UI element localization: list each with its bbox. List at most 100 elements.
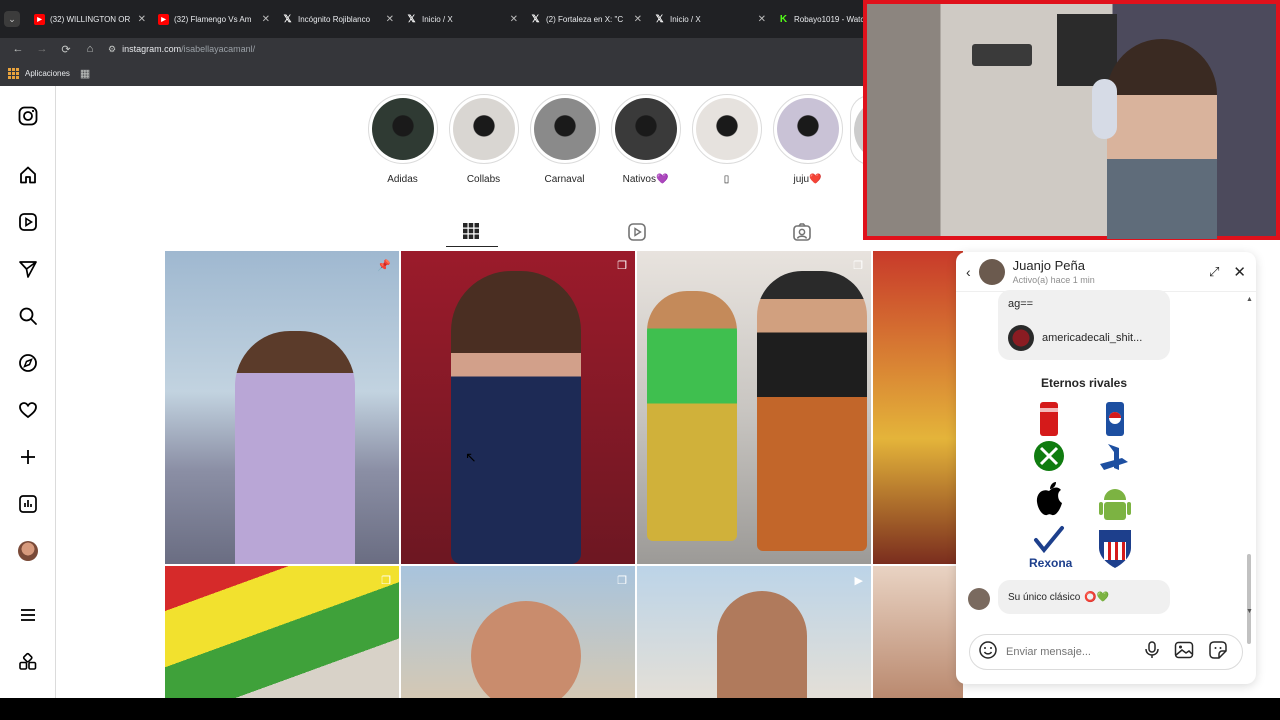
post-5[interactable]: ❐ <box>165 566 399 698</box>
browser-tab[interactable]: 𝕏 Inicio / X ✕ <box>648 4 772 34</box>
contact-avatar[interactable] <box>978 258 1005 285</box>
message-input[interactable] <box>1006 646 1116 658</box>
message-fragment: ag== <box>1008 298 1034 310</box>
notifications-heart-icon[interactable] <box>17 399 39 421</box>
dashboard-icon[interactable] <box>17 493 39 515</box>
android-logo <box>1099 489 1131 520</box>
highlight-item[interactable]: Carnaval <box>524 94 605 185</box>
close-icon[interactable]: ✕ <box>1233 263 1246 281</box>
browser-tab[interactable]: 𝕏 Inicio / X ✕ <box>400 4 524 34</box>
contact-name[interactable]: Juanjo Peña <box>1013 258 1209 273</box>
tab-posts[interactable] <box>462 222 480 245</box>
highlight-item[interactable]: ▯ <box>686 94 767 185</box>
tab-groups-icon[interactable]: ▦ <box>80 67 90 80</box>
tab-title: Inicio / X <box>422 14 453 24</box>
x-icon: 𝕏 <box>283 13 292 25</box>
search-icon[interactable] <box>17 305 39 327</box>
tab-title: (32) Flamengo Vs Am <box>174 14 252 24</box>
pepsi-logo <box>1106 402 1124 436</box>
pinned-icon: 📌 <box>377 260 391 272</box>
profile-avatar[interactable] <box>17 540 39 562</box>
expand-icon[interactable]: ⤢ <box>1209 264 1219 280</box>
tab-title: Inicio / X <box>670 14 701 24</box>
browser-tab[interactable]: ▶ (32) WILLINGTON OR ✕ <box>28 4 152 34</box>
tab-close-icon[interactable]: ✕ <box>758 14 766 25</box>
bookmark-apps[interactable]: Aplicaciones <box>25 69 70 78</box>
carousel-icon: ❐ <box>853 260 863 272</box>
highlight-label: Carnaval <box>544 174 585 185</box>
highlight-label: Collabs <box>466 174 501 185</box>
highlight-cover <box>772 94 843 164</box>
highlight-item[interactable]: juju❤️ <box>767 94 848 185</box>
webcam-overlay <box>863 0 1280 240</box>
reply-bubble[interactable]: Su único clásico ⭕💚 <box>998 580 1170 614</box>
instagram-logo-icon[interactable] <box>17 105 39 127</box>
chat-scrollbar[interactable] <box>1247 554 1251 644</box>
post-2[interactable]: ❐ <box>401 251 635 564</box>
tab-close-icon[interactable]: ✕ <box>262 14 270 25</box>
also-from-meta-icon[interactable] <box>17 651 39 673</box>
tab-close-icon[interactable]: ✕ <box>510 14 518 25</box>
back-icon[interactable]: ← <box>6 43 30 55</box>
home-icon[interactable]: ⌂ <box>78 43 102 55</box>
youtube-icon: ▶ <box>34 13 45 25</box>
microphone-icon[interactable] <box>1144 640 1160 664</box>
url-field[interactable]: ⚙ instagram.com/isabellayacamanl/ <box>108 44 255 55</box>
post-3[interactable]: ❐ <box>637 251 871 564</box>
url-domain: instagram.com <box>122 44 182 54</box>
highlight-cover <box>448 94 519 164</box>
post-8[interactable] <box>873 566 963 698</box>
x-icon: 𝕏 <box>655 13 664 25</box>
highlight-label: Adidas <box>387 174 418 185</box>
emoji-icon[interactable] <box>978 640 998 665</box>
reels-icon <box>628 223 646 241</box>
home-nav-icon[interactable] <box>17 164 39 186</box>
tab-tagged[interactable] <box>792 222 812 247</box>
mouse-cursor: ↖ <box>465 449 477 465</box>
post-6[interactable]: ❐ <box>401 566 635 698</box>
post-1[interactable]: 📌 <box>165 251 399 564</box>
explore-icon[interactable] <box>17 352 39 374</box>
scroll-up-icon[interactable]: ▲ <box>1246 296 1253 303</box>
messages-nav-icon[interactable] <box>17 258 39 280</box>
post-4[interactable] <box>873 251 963 564</box>
shared-account-name: americadecali_shit... <box>1042 332 1143 344</box>
tab-search-icon[interactable]: ⌄ <box>4 11 20 27</box>
tagged-icon <box>793 223 811 241</box>
site-info-icon[interactable]: ⚙ <box>108 44 116 55</box>
profile-tabs <box>360 212 860 250</box>
chat-back-icon[interactable]: ‹ <box>966 264 971 280</box>
rivals-image[interactable]: Rexona <box>1024 396 1144 576</box>
tab-title: (2) Fortaleza en X: "C <box>546 14 624 24</box>
forward-icon[interactable]: → <box>30 43 54 55</box>
highlight-item[interactable]: Nativos💜 <box>605 94 686 185</box>
taskbar-strip <box>0 698 1280 720</box>
more-menu-icon[interactable] <box>17 604 39 626</box>
reels-nav-icon[interactable] <box>17 211 39 233</box>
scroll-down-icon[interactable]: ▼ <box>1246 608 1253 615</box>
tab-close-icon[interactable]: ✕ <box>138 14 146 25</box>
sticker-icon[interactable] <box>1208 640 1228 665</box>
tab-close-icon[interactable]: ✕ <box>386 14 394 25</box>
highlight-item[interactable]: Adidas <box>362 94 443 185</box>
tab-reels[interactable] <box>627 222 647 247</box>
carousel-icon: ❐ <box>381 575 391 587</box>
browser-tab[interactable]: 𝕏 (2) Fortaleza en X: "C ✕ <box>524 4 648 34</box>
shared-post-card[interactable]: ag== americadecali_shit... <box>998 290 1170 360</box>
highlight-cover <box>529 94 600 164</box>
browser-tab[interactable]: 𝕏 Incógnito Rojiblanco ✕ <box>276 4 400 34</box>
tab-title: Incógnito Rojiblanco <box>298 14 371 24</box>
post-7[interactable]: ▶ <box>637 566 871 698</box>
apps-icon[interactable] <box>8 67 19 79</box>
card-title: Eternos rivales <box>1040 376 1128 390</box>
tab-close-icon[interactable]: ✕ <box>634 14 642 25</box>
browser-tab[interactable]: ▶ (32) Flamengo Vs Am ✕ <box>152 4 276 34</box>
create-plus-icon[interactable] <box>17 446 39 468</box>
highlight-item[interactable]: Collabs <box>443 94 524 185</box>
reload-icon[interactable]: ⟳ <box>54 43 78 56</box>
reply-text: Su único clásico <box>1008 591 1081 603</box>
carousel-icon: ❐ <box>617 260 627 272</box>
message-composer <box>969 634 1243 670</box>
sender-avatar[interactable] <box>968 588 990 610</box>
image-upload-icon[interactable] <box>1174 641 1194 664</box>
